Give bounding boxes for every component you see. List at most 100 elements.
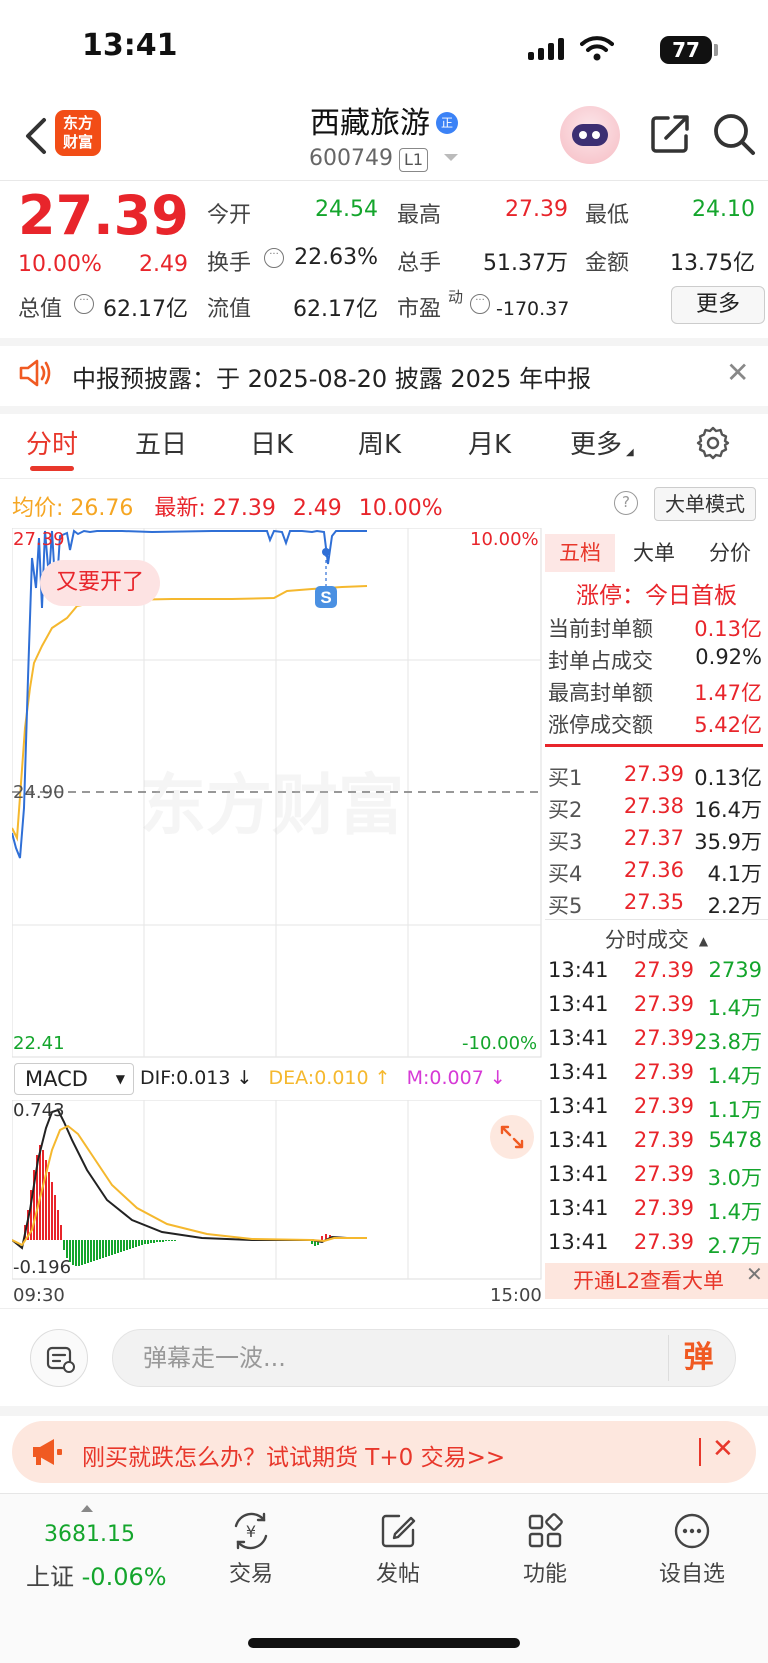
expand-button[interactable] xyxy=(490,1115,534,1159)
expand-icon xyxy=(500,1125,524,1149)
edit-icon xyxy=(381,1514,416,1548)
side-panel-tabs: 五档 大单 分价 xyxy=(545,534,768,572)
info-dots-icon[interactable]: ··· xyxy=(264,248,284,268)
bid-row[interactable]: 买4 27.36 4.1万 xyxy=(548,858,762,888)
info-dots-icon[interactable]: ··· xyxy=(470,294,490,314)
bid-ask-divider xyxy=(545,744,763,747)
bid-row[interactable]: 买2 27.38 16.4万 xyxy=(548,794,762,824)
more-dots-icon xyxy=(674,1513,710,1549)
quote-value-pe: -170.37 xyxy=(496,298,570,320)
info-dots-icon[interactable]: ··· xyxy=(74,294,94,314)
chevron-down-icon xyxy=(444,154,459,161)
index-value[interactable]: 3681.15 xyxy=(44,1522,135,1547)
tick-volume: 2739 xyxy=(708,958,762,982)
promo-text[interactable]: 刚买就跌怎么办？试试期货 T+0 交易>> xyxy=(82,1438,505,1472)
tick-row: 13:41 27.39 1.4万 xyxy=(548,992,762,1024)
danmaku-send-button[interactable]: 弹 xyxy=(668,1335,728,1381)
more-button[interactable]: 更多 xyxy=(671,286,765,324)
tick-volume: 1.4万 xyxy=(707,996,762,1020)
indicator-select-value: MACD xyxy=(25,1067,88,1091)
tick-row: 13:41 27.39 5478 xyxy=(548,1128,762,1160)
y-label-bottom: 22.41 xyxy=(13,1033,65,1054)
tick-price: 27.39 xyxy=(633,1162,694,1186)
tab-more[interactable]: 更多 ◢ xyxy=(570,424,634,461)
tab-intraday[interactable]: 分时 xyxy=(26,424,78,461)
share-icon[interactable] xyxy=(648,112,692,156)
tick-price: 27.39 xyxy=(633,1128,694,1152)
nav-post[interactable]: 发帖 xyxy=(348,1510,448,1588)
ticks-title[interactable]: 分时成交 ▲ xyxy=(545,924,768,954)
close-icon[interactable]: ✕ xyxy=(712,1434,734,1464)
watermark: 东方财富 xyxy=(140,767,404,844)
macd-chart[interactable] xyxy=(12,1100,542,1280)
bid-price: 27.39 xyxy=(623,762,684,786)
nav-trade-label: 交易 xyxy=(228,1562,273,1587)
expand-up-icon[interactable] xyxy=(81,1505,93,1512)
search-icon[interactable] xyxy=(710,110,758,158)
quote-value-open: 24.54 xyxy=(315,197,378,222)
change-amount: 2.49 xyxy=(139,252,188,277)
chart-info-row: 均价: 26.76 最新: 27.39 2.49 10.00% xyxy=(12,490,443,522)
panel-tab-big-orders[interactable]: 大单 xyxy=(619,534,689,572)
quote-label-turnover: 换手 xyxy=(207,251,252,276)
tick-volume: 1.1万 xyxy=(707,1098,762,1122)
panel-tab-price-dist[interactable]: 分价 xyxy=(695,534,765,572)
status-time: 13:41 xyxy=(82,28,178,63)
limit-stat-row: 封单占成交 0.92% xyxy=(548,645,762,675)
close-icon[interactable]: ✕ xyxy=(726,356,749,389)
notice-text[interactable]: 中报预披露：于 2025-08-20 披露 2025 年中报 xyxy=(72,359,591,394)
trade-icon: ¥ xyxy=(234,1512,268,1550)
caret-icon: ◢ xyxy=(626,447,634,458)
avg-value: 26.76 xyxy=(70,496,134,521)
indicator-select[interactable]: MACD ▼ xyxy=(14,1063,134,1095)
nav-customize-label: 设自选 xyxy=(658,1562,725,1587)
l2-upgrade-banner[interactable]: 开通L2查看大单 xyxy=(545,1263,768,1299)
nav-functions[interactable]: 功能 xyxy=(495,1510,595,1588)
panel-tab-order-book[interactable]: 五档 xyxy=(545,534,615,572)
bid-volume: 0.13亿 xyxy=(694,766,762,790)
nav-post-label: 发帖 xyxy=(375,1562,420,1587)
danmaku-settings-button[interactable] xyxy=(30,1329,88,1387)
tab-five-day[interactable]: 五日 xyxy=(135,424,187,461)
section-divider xyxy=(0,1406,768,1416)
chat-annotation[interactable]: 又要开了 xyxy=(40,560,161,606)
limit-stat-label: 涨停成交额 xyxy=(548,713,653,737)
latest-pct: 10.00% xyxy=(358,496,443,521)
tick-price: 27.39 xyxy=(633,1196,694,1220)
tick-time: 13:41 xyxy=(548,1162,609,1186)
help-icon[interactable]: ? xyxy=(614,491,638,515)
section-divider xyxy=(0,338,768,346)
ticks-title-label: 分时成交 xyxy=(604,928,689,952)
danmaku-input[interactable]: 弹幕走一波... xyxy=(112,1329,736,1387)
close-icon[interactable]: ✕ xyxy=(746,1262,763,1286)
macd-m: M:0.007 ↓ xyxy=(406,1067,506,1089)
gear-icon[interactable] xyxy=(695,425,731,461)
macd-dif-line xyxy=(12,1108,367,1250)
tick-price: 27.39 xyxy=(633,1230,694,1254)
tab-weekly-k[interactable]: 周K xyxy=(358,424,401,461)
macd-dea: DEA:0.010 ↑ xyxy=(268,1067,391,1089)
nav-customize[interactable]: 设自选 xyxy=(642,1510,742,1588)
tick-time: 13:41 xyxy=(548,958,609,982)
bid-price: 27.37 xyxy=(623,826,684,850)
pe-superscript: 动 xyxy=(448,288,464,306)
stock-code: 600749 xyxy=(308,146,393,171)
bid-price: 27.35 xyxy=(623,890,684,914)
bid-row[interactable]: 买1 27.39 0.13亿 xyxy=(548,762,762,792)
tab-daily-k[interactable]: 日K xyxy=(250,424,293,461)
limit-stat-row: 涨停成交额 5.42亿 xyxy=(548,709,762,739)
tick-row: 13:41 27.39 1.4万 xyxy=(548,1196,762,1228)
time-label-start: 09:30 xyxy=(13,1285,65,1306)
tick-price: 27.39 xyxy=(633,992,694,1016)
bid-row[interactable]: 买3 27.37 35.9万 xyxy=(548,826,762,856)
tab-monthly-k[interactable]: 月K xyxy=(468,424,511,461)
big-order-mode-button[interactable]: 大单模式 xyxy=(654,487,756,521)
tick-time: 13:41 xyxy=(548,992,609,1016)
tick-row: 13:41 27.39 2.7万 xyxy=(548,1230,762,1262)
macd-histogram xyxy=(24,1145,331,1266)
bid-label: 买5 xyxy=(548,894,583,918)
y-label-mid: 24.90 xyxy=(13,782,65,803)
bid-row[interactable]: 买5 27.35 2.2万 xyxy=(548,890,762,920)
nav-trade[interactable]: ¥ 交易 xyxy=(201,1510,301,1588)
index-line[interactable]: 上证 -0.06% xyxy=(26,1557,167,1592)
